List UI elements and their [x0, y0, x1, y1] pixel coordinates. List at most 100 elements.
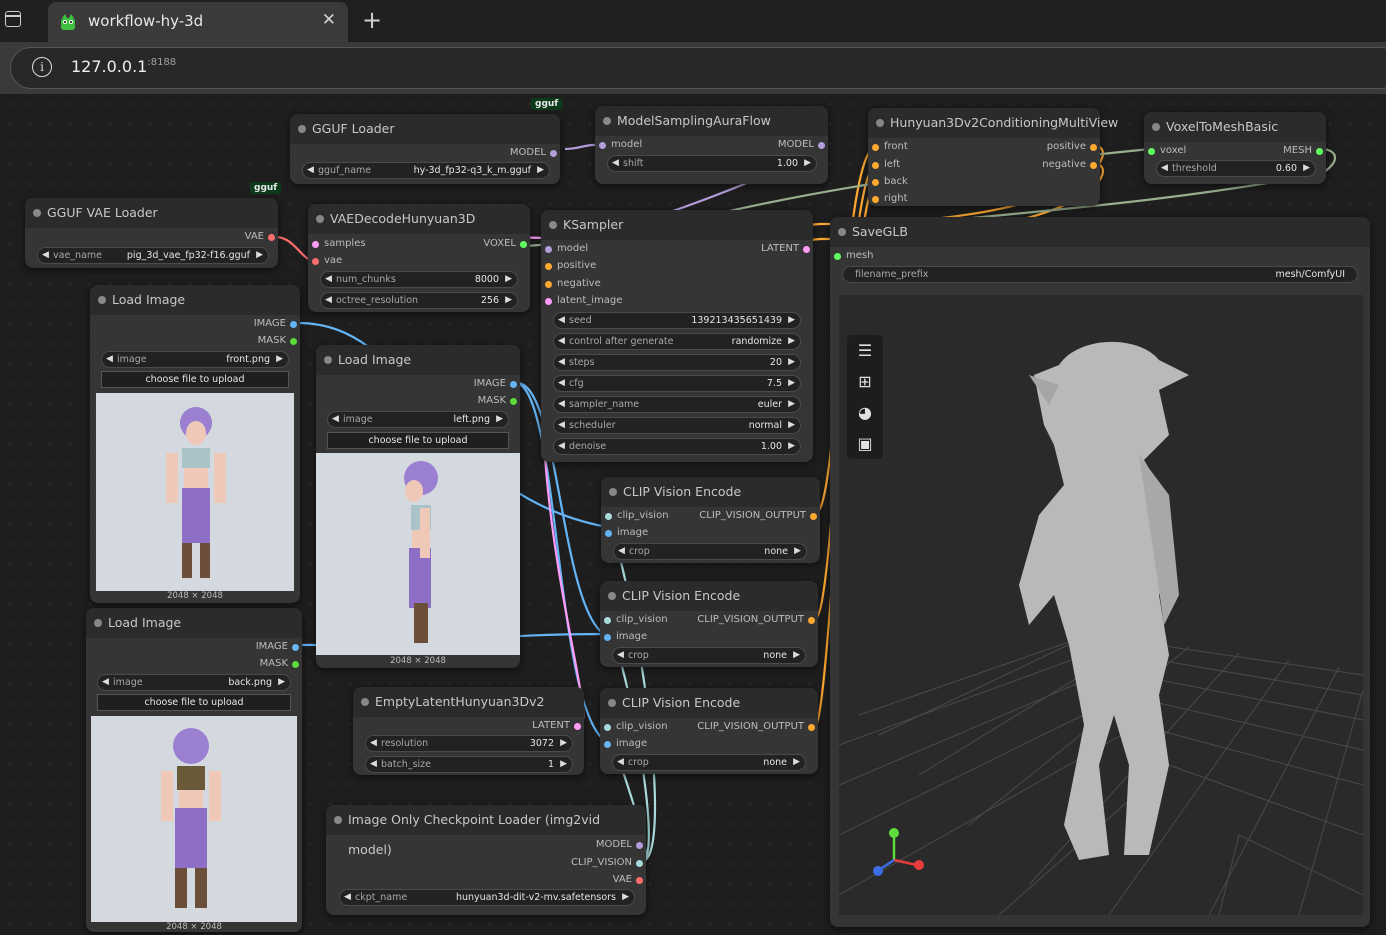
output-clip-vision[interactable]: CLIP_VISION — [571, 857, 644, 868]
load-image-back-node[interactable]: Load Image IMAGE MASK ◀ image back.png ▶ ch… — [86, 608, 302, 932]
output-model[interactable]: MODEL — [778, 139, 826, 150]
menu-icon[interactable]: ☰ — [855, 341, 875, 361]
input-latent-image[interactable]: latent_image — [543, 295, 622, 306]
port-dot — [604, 617, 611, 624]
port-dot — [510, 381, 517, 388]
save-glb-node[interactable]: SaveGLB mesh filename_prefix mesh/ComfyUI — [830, 217, 1370, 927]
octree-resolution-widget[interactable]: ◀ octree_resolution 256 ▶ — [320, 292, 518, 309]
palette-icon[interactable]: ◕ — [855, 403, 875, 423]
output-clip-vision-output[interactable]: CLIP_VISION_OUTPUT — [699, 510, 818, 521]
output-model[interactable]: MODEL — [510, 147, 558, 158]
ksampler-widget-denoise[interactable]: ◀ denoise 1.00 ▶ — [553, 438, 801, 455]
output-vae[interactable]: VAE — [613, 874, 644, 885]
output-clip-vision-output[interactable]: CLIP_VISION_OUTPUT — [697, 721, 816, 732]
ksampler-widget-control-after-generate[interactable]: ◀ control after generate randomize ▶ — [553, 333, 801, 350]
port-dot — [574, 723, 581, 730]
upload-button[interactable]: choose file to upload — [101, 371, 289, 388]
vae-decode-node[interactable]: VAEDecodeHunyuan3D samples vae VOXEL ◀ nu… — [308, 204, 530, 312]
shift-widget[interactable]: ◀ shift 1.00 ▶ — [607, 155, 817, 172]
checkpoint-loader-node[interactable]: Image Only Checkpoint Loader (img2vid mo… — [326, 805, 646, 915]
ksampler-widget-cfg[interactable]: ◀ cfg 7.5 ▶ — [553, 375, 801, 392]
close-tab-icon[interactable]: ✕ — [322, 10, 336, 30]
input-model[interactable]: model — [597, 139, 642, 150]
crop-widget[interactable]: ◀ crop none ▶ — [612, 647, 806, 664]
model-sampling-node[interactable]: ModelSamplingAuraFlow model MODEL ◀ shift… — [595, 106, 828, 184]
vae-name-widget[interactable]: ◀ vae_name pig_3d_vae_fp32-f16.gguf ▶ — [37, 247, 269, 264]
empty-latent-node[interactable]: EmptyLatentHunyuan3Dv2 LATENT ◀ resolutio… — [353, 687, 584, 775]
output-vae[interactable]: VAE — [245, 231, 276, 242]
ksampler-node[interactable]: KSampler model positive negative latent_… — [541, 210, 813, 462]
input-image[interactable]: image — [602, 631, 647, 642]
address-bar[interactable]: i 127.0.0.1:8188 — [10, 47, 1386, 89]
output-model[interactable]: MODEL — [596, 839, 644, 850]
upload-button[interactable]: choose file to upload — [327, 432, 509, 449]
ksampler-widget-steps[interactable]: ◀ steps 20 ▶ — [553, 354, 801, 371]
gguf-vae-loader-node[interactable]: GGUF VAE Loader VAE ◀ vae_name pig_3d_vae_… — [25, 198, 278, 268]
node-canvas[interactable]: gguf GGUF Loader MODEL ◀ gguf_name hy-3d_f… — [0, 94, 1386, 935]
input-negative[interactable]: negative — [543, 278, 601, 289]
output-mask[interactable]: MASK — [258, 335, 298, 346]
output-image[interactable]: IMAGE — [474, 378, 518, 389]
load-image-front-node[interactable]: Load Image IMAGE MASK ◀ image front.png ▶ c… — [90, 285, 300, 603]
clip-vision-encode-1-node[interactable]: CLIP Vision Encode clip_vision image CLI… — [601, 477, 820, 563]
image-icon[interactable]: ▣ — [855, 434, 875, 454]
input-left[interactable]: left — [870, 159, 900, 170]
output-clip-vision-output[interactable]: CLIP_VISION_OUTPUT — [697, 614, 816, 625]
input-samples[interactable]: samples — [310, 238, 366, 249]
image-select-widget[interactable]: ◀ image front.png ▶ — [101, 351, 289, 368]
filename-prefix-widget[interactable]: filename_prefix mesh/ComfyUI — [842, 266, 1358, 283]
input-voxel[interactable]: voxel — [1146, 145, 1186, 156]
conditioning-multiview-node[interactable]: Hunyuan3Dv2ConditioningMultiView front l… — [868, 108, 1118, 206]
image-select-widget[interactable]: ◀ image left.png ▶ — [327, 411, 509, 428]
ksampler-widget-scheduler[interactable]: ◀ scheduler normal ▶ — [553, 417, 801, 434]
clip-vision-encode-3-node[interactable]: CLIP Vision Encode clip_vision image CLI… — [600, 688, 818, 774]
new-tab-button[interactable]: + — [362, 6, 382, 34]
clip-vision-encode-2-node[interactable]: CLIP Vision Encode clip_vision image CLI… — [600, 581, 818, 667]
output-mask[interactable]: MASK — [260, 658, 300, 669]
gguf-loader-node[interactable]: GGUF Loader MODEL ◀ gguf_name hy-3d_fp32-q… — [290, 114, 560, 184]
voxel-to-mesh-node[interactable]: VoxelToMeshBasic voxel MESH ◀ threshold 0.… — [1144, 112, 1326, 184]
output-mesh[interactable]: MESH — [1283, 145, 1324, 156]
output-latent[interactable]: LATENT — [532, 720, 582, 731]
threshold-widget[interactable]: ◀ threshold 0.60 ▶ — [1156, 160, 1316, 177]
grid-icon[interactable]: ⊞ — [855, 372, 875, 392]
output-negative[interactable]: negative — [1042, 159, 1098, 170]
resolution-widget[interactable]: ◀ resolution 3072 ▶ — [365, 735, 573, 752]
port-dot — [510, 398, 517, 405]
upload-button[interactable]: choose file to upload — [97, 694, 291, 711]
crop-widget[interactable]: ◀ crop none ▶ — [612, 754, 806, 771]
input-vae[interactable]: vae — [310, 255, 342, 266]
3d-viewer[interactable]: ☰ ⊞ ◕ ▣ — [839, 295, 1363, 915]
num-chunks-widget[interactable]: ◀ num_chunks 8000 ▶ — [320, 271, 518, 288]
browser-tab[interactable]: workflow-hy-3d ✕ — [48, 2, 348, 42]
input-clip-vision[interactable]: clip_vision — [603, 510, 669, 521]
ksampler-widget-sampler-name[interactable]: ◀ sampler_name euler ▶ — [553, 396, 801, 413]
output-image[interactable]: IMAGE — [254, 318, 298, 329]
gguf-name-widget[interactable]: ◀ gguf_name hy-3d_fp32-q3_k_m.gguf ▶ — [302, 162, 550, 179]
input-image[interactable]: image — [602, 738, 647, 749]
batch-size-widget[interactable]: ◀ batch_size 1 ▶ — [365, 756, 573, 773]
input-image[interactable]: image — [603, 527, 648, 538]
node-title: Image Only Checkpoint Loader (img2vid mo… — [326, 805, 646, 857]
image-select-widget[interactable]: ◀ image back.png ▶ — [97, 674, 291, 691]
window-menu-icon[interactable] — [5, 11, 21, 27]
input-front[interactable]: front — [870, 141, 908, 152]
crop-widget[interactable]: ◀ crop none ▶ — [613, 543, 807, 560]
input-clip-vision[interactable]: clip_vision — [602, 721, 668, 732]
input-clip-vision[interactable]: clip_vision — [602, 614, 668, 625]
input-model[interactable]: model — [543, 243, 588, 254]
output-latent[interactable]: LATENT — [761, 243, 811, 254]
output-positive[interactable]: positive — [1047, 141, 1098, 152]
input-positive[interactable]: positive — [543, 260, 596, 271]
output-voxel[interactable]: VOXEL — [483, 238, 528, 249]
output-mask[interactable]: MASK — [478, 395, 518, 406]
arrow-right-icon: ▶ — [793, 757, 800, 767]
output-image[interactable]: IMAGE — [256, 641, 300, 652]
info-icon[interactable]: i — [32, 57, 52, 77]
input-mesh[interactable]: mesh — [832, 250, 873, 261]
load-image-left-node[interactable]: Load Image IMAGE MASK ◀ image left.png ▶ ch… — [316, 345, 520, 668]
ckpt-name-widget[interactable]: ◀ ckpt_name hunyuan3d-dit-v2-mv.safetensor… — [339, 889, 635, 906]
input-right[interactable]: right — [870, 193, 908, 204]
ksampler-widget-seed[interactable]: ◀ seed 139213435651439 ▶ — [553, 312, 801, 329]
input-back[interactable]: back — [870, 176, 908, 187]
